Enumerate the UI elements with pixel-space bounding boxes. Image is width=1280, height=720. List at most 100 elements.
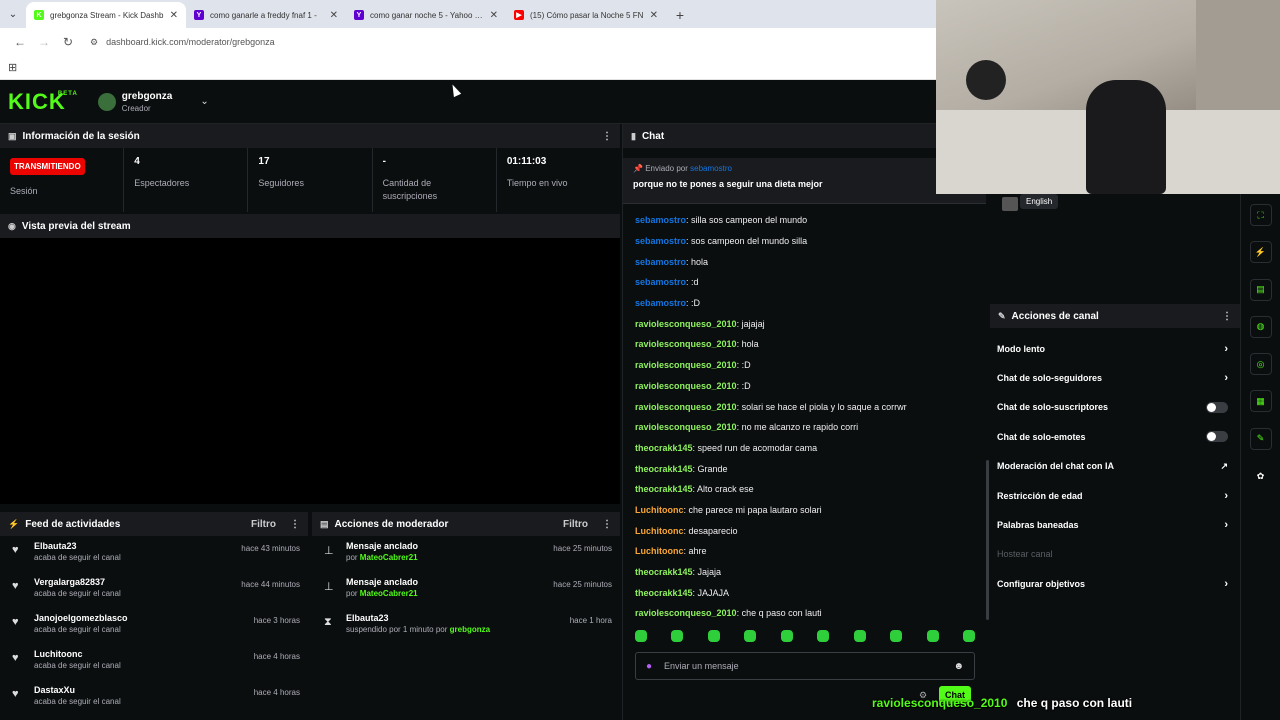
pinned-message[interactable]: 📌 Enviado por sebamostro porque no te po… [623, 158, 986, 204]
chat-username[interactable]: theocrakk145 [635, 567, 693, 577]
chat-message[interactable]: sebamostro: sos campeon del mundo silla [635, 231, 987, 252]
apps-grid-icon[interactable]: ⊞ [8, 61, 17, 74]
more-options-icon[interactable]: ⋮ [602, 519, 612, 530]
feed-item[interactable]: ♥ Janojoelgomezblasco acaba de seguir el… [0, 608, 308, 644]
palette-icon[interactable]: ✿ [1250, 465, 1272, 487]
filter-button[interactable]: Filtro [563, 519, 588, 530]
layout-icon[interactable]: ▦ [1249, 390, 1272, 413]
chat-username[interactable]: Luchitoonc [635, 546, 684, 556]
feed-user[interactable]: Janojoelgomezblasco [34, 613, 254, 623]
chat-message[interactable]: sebamostro: hola [635, 251, 987, 272]
chat-message[interactable]: raviolesconqueso_2010: solari se hace el… [635, 396, 987, 417]
chat-username[interactable]: Luchitoonc [635, 505, 684, 515]
chat-username[interactable]: theocrakk145 [635, 588, 693, 598]
close-icon[interactable]: ✕ [330, 10, 338, 21]
chat-username[interactable]: raviolesconqueso_2010 [635, 339, 737, 349]
mod-action-user[interactable]: MateoCabrer21 [360, 589, 418, 598]
chat-message[interactable]: raviolesconqueso_2010: hola [635, 334, 987, 355]
channel-action-item[interactable]: Palabras baneadas › [990, 510, 1240, 539]
chat-message[interactable]: sebamostro: silla sos campeon del mundo [635, 210, 987, 231]
feed-item[interactable]: ♥ DastaxXu acaba de seguir el canal hace… [0, 680, 308, 716]
chat-message[interactable]: theocrakk145: Grande [635, 458, 987, 479]
new-tab-button[interactable]: + [666, 2, 694, 28]
browser-tab[interactable]: Kgrebgonza Stream - Kick Dashb ✕ [26, 2, 186, 28]
chat-message[interactable]: theocrakk145: JAJAJA [635, 582, 987, 603]
close-icon[interactable]: ✕ [170, 10, 178, 21]
feed-item[interactable]: ♥ Luchitoonc acaba de seguir el canal ha… [0, 644, 308, 680]
chat-message[interactable]: theocrakk145: Jajaja [635, 562, 987, 583]
channel-action-item[interactable]: Restricción de edad › [990, 481, 1240, 510]
reload-icon[interactable]: ↻ [56, 35, 80, 49]
filter-button[interactable]: Filtro [251, 519, 276, 530]
emote-slime-icon[interactable] [817, 630, 830, 642]
browser-tab[interactable]: Ycomo ganar noche 5 - Yahoo Se ✕ [346, 2, 506, 28]
chat-username[interactable]: sebamostro [635, 236, 686, 246]
emote-globe-icon[interactable] [780, 630, 793, 642]
fullscreen-icon[interactable]: ⛶ [1249, 204, 1272, 226]
chat-message[interactable]: raviolesconqueso_2010: :D [635, 376, 987, 397]
close-icon[interactable]: ✕ [650, 10, 658, 21]
emote-blob-icon[interactable] [926, 630, 939, 642]
kick-logo[interactable]: KICK BETA [8, 89, 77, 115]
chat-username[interactable]: raviolesconqueso_2010 [635, 402, 737, 412]
more-options-icon[interactable]: ⋮ [1222, 311, 1232, 322]
back-icon[interactable]: ← [8, 35, 32, 49]
broadcast-icon[interactable]: ◎ [1249, 353, 1272, 376]
chat-scrollbar[interactable] [986, 460, 989, 620]
emote-ball-icon[interactable] [707, 630, 720, 642]
chat-message[interactable]: raviolesconqueso_2010: no me alcanzo re … [635, 417, 987, 438]
emote-kick-icon[interactable] [635, 630, 647, 642]
channel-action-item[interactable]: Chat de solo-emotes [990, 422, 1240, 451]
channel-action-item[interactable]: Configurar objetivos › [990, 569, 1240, 598]
language-badge[interactable]: English [1020, 194, 1059, 209]
chat-username[interactable]: raviolesconqueso_2010 [635, 381, 737, 391]
toggle-switch[interactable] [1206, 431, 1228, 443]
toggle-switch[interactable] [1206, 401, 1228, 413]
more-options-icon[interactable]: ⋮ [290, 519, 300, 530]
chat-username[interactable]: theocrakk145 [635, 443, 693, 453]
mod-action-item[interactable]: ⊥ Mensaje anclado por MateoCabrer21 hace… [312, 572, 620, 608]
chat-message[interactable]: sebamostro: :D [635, 293, 987, 314]
chat-bubble-icon[interactable]: ◍ [1249, 315, 1272, 338]
emote-ghost-icon[interactable] [853, 630, 866, 642]
channel-action-item[interactable]: Chat de solo-seguidores › [990, 363, 1240, 392]
close-icon[interactable]: ✕ [490, 10, 498, 21]
mod-action-user[interactable]: grebgonza [450, 625, 490, 634]
pinned-by-user[interactable]: sebamostro [690, 164, 732, 173]
user-switcher[interactable]: grebgonza Creador ⌄ [97, 91, 209, 113]
chat-message[interactable]: Luchitoonc: ahre [635, 541, 987, 562]
chat-username[interactable]: raviolesconqueso_2010 [635, 608, 737, 618]
chat-username[interactable]: sebamostro [635, 215, 686, 225]
feed-item[interactable]: ♥ Vergalarga82837 acaba de seguir el can… [0, 572, 308, 608]
browser-tab[interactable]: ▶ (15) Cómo pasar la Noche 5 FN ✕ [506, 2, 666, 28]
chat-message[interactable]: sebamostro: :d [635, 272, 987, 293]
chat-username[interactable]: raviolesconqueso_2010 [635, 422, 737, 432]
chat-message[interactable]: raviolesconqueso_2010: :D [635, 355, 987, 376]
settings-wrench-icon[interactable]: ✎ [1249, 427, 1272, 450]
chat-username[interactable]: sebamostro [635, 277, 686, 287]
forward-icon[interactable]: → [32, 35, 56, 49]
chat-username[interactable]: raviolesconqueso_2010 [635, 360, 737, 370]
chat-message[interactable]: theocrakk145: Alto crack ese [635, 479, 987, 500]
mod-action-item[interactable]: ⊥ Mensaje anclado por MateoCabrer21 hace… [312, 536, 620, 572]
chat-username[interactable]: theocrakk145 [635, 484, 693, 494]
mic-icon[interactable]: ● [646, 661, 652, 672]
chat-message-input[interactable] [664, 661, 954, 671]
emote-frog-icon[interactable] [744, 630, 757, 642]
stream-preview-video[interactable] [0, 238, 620, 504]
channel-action-item[interactable]: Moderación del chat con IA ↗ [990, 452, 1240, 481]
feed-user[interactable]: DastaxXu [34, 685, 254, 695]
channel-action-item[interactable]: Modo lento › [990, 334, 1240, 363]
chat-username[interactable]: sebamostro [635, 257, 686, 267]
document-icon[interactable]: ▤ [1249, 278, 1272, 301]
chat-message[interactable]: Luchitoonc: che parece mi papa lautaro s… [635, 500, 987, 521]
browser-tab[interactable]: Ycomo ganarle a freddy fnaf 1 - ✕ [186, 2, 346, 28]
site-info-icon[interactable]: ⚙ [90, 37, 98, 48]
chat-username[interactable]: sebamostro [635, 298, 686, 308]
channel-action-item[interactable]: Chat de solo-suscriptores [990, 393, 1240, 422]
feed-user[interactable]: Vergalarga82837 [34, 577, 241, 587]
mod-action-user[interactable]: MateoCabrer21 [360, 553, 418, 562]
feed-user[interactable]: Elbauta23 [34, 541, 241, 551]
feed-user[interactable]: Luchitoonc [34, 649, 254, 659]
chat-username[interactable]: Luchitoonc [635, 526, 684, 536]
